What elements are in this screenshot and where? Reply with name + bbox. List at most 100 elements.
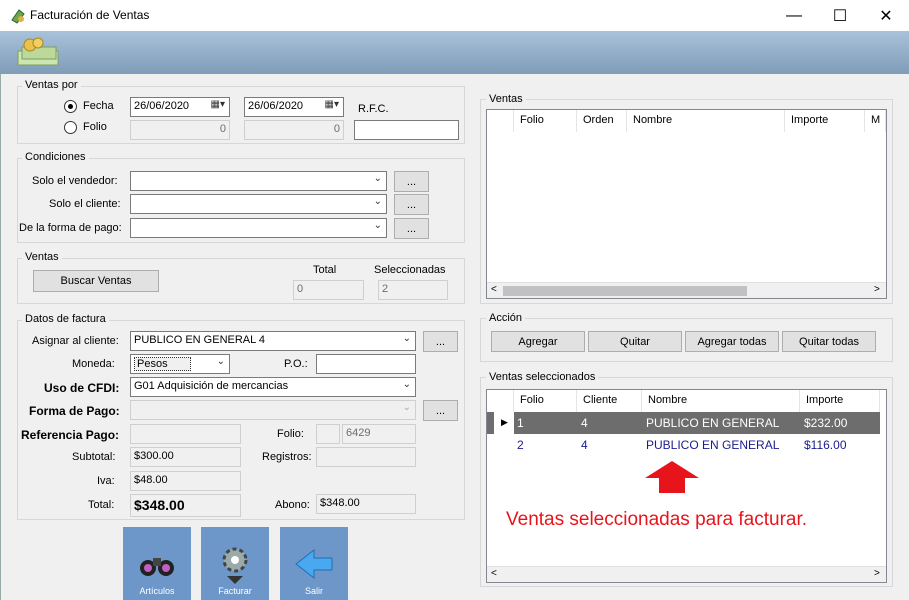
seleccionados-grid[interactable]: Folio Cliente Nombre Importe ▶ 1 4 PUBLI… — [486, 389, 887, 583]
fecha-desde-picker[interactable]: 26/06/2020 ▦▾ — [130, 97, 230, 117]
row-importe: $116.00 — [804, 438, 847, 452]
ventas-col-folio[interactable]: Folio — [514, 110, 577, 132]
fecha-radio[interactable] — [64, 100, 77, 113]
agregar-todas-button[interactable]: Agregar todas — [685, 331, 779, 352]
salir-button[interactable]: Salir — [280, 527, 348, 600]
folio-factura-input[interactable]: 6429 — [342, 424, 416, 444]
ventas-col-orden[interactable]: Orden — [577, 110, 627, 132]
seleccionadas-input[interactable]: 2 — [378, 280, 448, 300]
calendar-icon: ▦▾ — [210, 99, 225, 110]
row-cliente: 4 — [581, 438, 588, 452]
agregar-button[interactable]: Agregar — [491, 331, 585, 352]
folio-label: Folio — [83, 121, 107, 133]
moneda-select[interactable]: Pesos ⌄ — [130, 354, 230, 374]
total-factura-label: Total: — [88, 499, 115, 511]
arrow-up-icon — [645, 461, 699, 493]
chevron-right-icon[interactable]: > — [874, 568, 880, 579]
buscar-ventas-button[interactable]: Buscar Ventas — [33, 270, 159, 292]
facturar-button[interactable]: Facturar — [201, 527, 269, 600]
ventas-grid-scrollbar[interactable]: < > — [487, 282, 886, 298]
rfc-input[interactable] — [354, 120, 459, 140]
row-header-column — [487, 390, 514, 412]
chevron-down-icon: ⌄ — [216, 356, 225, 367]
chevron-left-icon[interactable]: < — [491, 568, 497, 579]
cliente-browse-button[interactable]: ... — [394, 194, 429, 215]
po-input[interactable] — [316, 354, 416, 374]
total-factura-value: $348.00 — [130, 494, 241, 517]
vendedor-browse-button[interactable]: ... — [394, 171, 429, 192]
quitar-todas-button[interactable]: Quitar todas — [782, 331, 876, 352]
moneda-value: Pesos — [134, 357, 191, 371]
accion-title: Acción — [486, 312, 526, 324]
seleccionados-title: Ventas seleccionados — [486, 371, 599, 383]
subtotal-label: Subtotal: — [72, 451, 116, 463]
calendar-icon: ▦▾ — [324, 99, 339, 110]
maximize-button[interactable]: ☐ — [817, 0, 863, 31]
forma-pago-browse-button[interactable]: ... — [394, 218, 429, 239]
row-nombre: PUBLICO EN GENERAL — [646, 416, 780, 430]
scroll-thumb[interactable] — [503, 286, 747, 296]
close-button[interactable]: ✕ — [863, 0, 909, 31]
moneda-label: Moneda: — [72, 358, 115, 370]
binoculars-icon — [140, 558, 174, 576]
ventas-col-importe[interactable]: Importe — [785, 110, 865, 132]
folio-radio[interactable] — [64, 121, 77, 134]
iva-label: Iva: — [97, 475, 115, 487]
uso-cfdi-value: G01 Adquisición de mercancias — [134, 380, 289, 392]
sel-col-nombre[interactable]: Nombre — [642, 390, 800, 412]
subtotal-value: $300.00 — [130, 447, 241, 467]
app-icon — [11, 9, 25, 24]
fecha-hasta-picker[interactable]: 26/06/2020 ▦▾ — [244, 97, 344, 117]
uso-cfdi-label: Uso de CFDI: — [44, 381, 120, 395]
forma-pago-select[interactable]: ⌄ — [130, 218, 387, 238]
toolbar-ribbon — [0, 31, 909, 74]
gear-icon — [222, 547, 248, 584]
ventas-por-title: Ventas por — [22, 79, 81, 91]
folio-desde-input[interactable]: 0 — [130, 120, 230, 140]
table-row[interactable]: 2 4 PUBLICO EN GENERAL $116.00 — [487, 434, 880, 456]
forma-pago-factura-browse-button[interactable]: ... — [423, 400, 458, 421]
ventas-col-nombre[interactable]: Nombre — [627, 110, 785, 132]
abono-value: $348.00 — [316, 494, 416, 514]
row-header-column — [487, 110, 514, 132]
row-importe: $232.00 — [804, 416, 848, 430]
po-label: P.O.: — [284, 358, 308, 370]
referencia-pago-input[interactable] — [130, 424, 241, 444]
quitar-button[interactable]: Quitar — [588, 331, 682, 352]
asignar-cliente-value: PUBLICO EN GENERAL 4 — [134, 334, 266, 346]
asignar-cliente-select[interactable]: PUBLICO EN GENERAL 4 ⌄ — [130, 331, 416, 351]
cliente-select[interactable]: ⌄ — [130, 194, 387, 214]
sel-col-cliente[interactable]: Cliente — [577, 390, 642, 412]
facturar-label: Facturar — [218, 586, 252, 596]
condiciones-title: Condiciones — [22, 151, 89, 163]
asignar-browse-button[interactable]: ... — [423, 331, 458, 352]
chevron-right-icon[interactable]: > — [874, 284, 880, 295]
vendedor-select[interactable]: ⌄ — [130, 171, 387, 191]
total-label: Total — [313, 264, 337, 276]
chevron-down-icon: ⌄ — [373, 196, 382, 207]
folio-hasta-input[interactable]: 0 — [244, 120, 344, 140]
ventas-col-m[interactable]: M — [865, 110, 886, 132]
folio-serie-input[interactable] — [316, 424, 340, 444]
referencia-pago-label: Referencia Pago: — [21, 428, 120, 442]
forma-pago-factura-select[interactable]: ⌄ — [130, 400, 416, 420]
chevron-down-icon: ⌄ — [373, 220, 382, 231]
chevron-left-icon[interactable]: < — [491, 284, 497, 295]
sel-col-importe[interactable]: Importe — [800, 390, 880, 412]
minimize-button[interactable]: — — [771, 0, 817, 31]
uso-cfdi-select[interactable]: G01 Adquisición de mercancias ⌄ — [130, 377, 416, 397]
ventas-grid-title: Ventas — [486, 93, 526, 105]
row-selector-arrow-icon: ▶ — [494, 412, 514, 434]
salir-label: Salir — [304, 586, 323, 596]
sel-col-folio[interactable]: Folio — [514, 390, 577, 412]
datos-factura-title: Datos de factura — [22, 313, 109, 325]
table-row[interactable]: ▶ 1 4 PUBLICO EN GENERAL $232.00 — [487, 412, 880, 434]
ventas-grid[interactable]: Folio Orden Nombre Importe M < > — [486, 109, 887, 299]
total-ventas-input[interactable]: 0 — [293, 280, 364, 300]
window-title: Facturación de Ventas — [30, 8, 150, 22]
seleccionados-scrollbar[interactable]: < > — [487, 566, 886, 582]
seleccionadas-label: Seleccionadas — [374, 264, 446, 276]
articulos-button[interactable]: Artículos — [123, 527, 191, 600]
folio-factura-label: Folio: — [277, 428, 304, 440]
row-nombre: PUBLICO EN GENERAL — [646, 438, 780, 452]
